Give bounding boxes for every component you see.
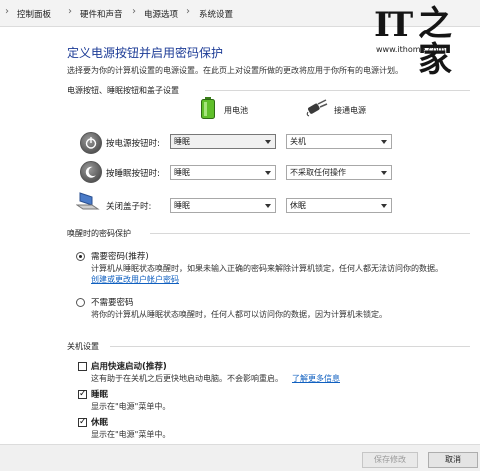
breadcrumb-start-chevron-icon[interactable]: › bbox=[5, 6, 9, 17]
sleep-button-plugged-select[interactable]: 不采取任何操作 bbox=[286, 165, 392, 180]
breadcrumb-separator-icon[interactable]: › bbox=[132, 6, 136, 17]
power-plug-icon bbox=[306, 99, 328, 117]
power-button-battery-select[interactable]: 睡眠 bbox=[170, 134, 276, 149]
sleep-button-icon bbox=[80, 161, 102, 183]
learn-more-link[interactable]: 了解更多信息 bbox=[292, 373, 340, 384]
power-button-label: 按电源按钮时: bbox=[106, 139, 160, 149]
select-value: 关机 bbox=[290, 137, 306, 146]
cancel-button[interactable]: 取消 bbox=[428, 452, 478, 468]
password-section-heading: 唤醒时的密码保护 bbox=[67, 229, 131, 238]
select-value: 睡眠 bbox=[174, 168, 190, 177]
require-password-description: 计算机从睡眠状态唤醒时，如果未输入正确的密码来解除计算机锁定，任何人都无法访问你… bbox=[91, 264, 443, 273]
chevron-down-icon bbox=[381, 171, 387, 175]
select-value: 休眠 bbox=[290, 201, 306, 210]
breadcrumb-power-options[interactable]: 电源选项 bbox=[144, 8, 178, 20]
require-password-radio[interactable] bbox=[76, 252, 85, 261]
ithome-url: www.ithome.com bbox=[376, 45, 446, 54]
select-value: 睡眠 bbox=[174, 137, 190, 146]
ithome-logo-it: IT bbox=[374, 5, 413, 45]
no-password-description: 将你的计算机从睡眠状态唤醒时，任何人都可以访问你的数据，因为计算机未锁定。 bbox=[91, 310, 387, 319]
power-section-divider bbox=[205, 90, 470, 91]
chevron-down-icon bbox=[381, 140, 387, 144]
hibernate-option-label[interactable]: 休眠 bbox=[91, 416, 108, 428]
power-button-icon bbox=[80, 132, 102, 154]
lid-close-battery-select[interactable]: 睡眠 bbox=[170, 198, 276, 213]
sleep-option-label[interactable]: 睡眠 bbox=[91, 388, 108, 400]
chevron-down-icon bbox=[381, 204, 387, 208]
require-password-label[interactable]: 需要密码(推荐) bbox=[91, 250, 149, 262]
lid-close-plugged-select[interactable]: 休眠 bbox=[286, 198, 392, 213]
laptop-lid-icon bbox=[76, 192, 100, 210]
breadcrumb-separator-icon[interactable]: › bbox=[68, 6, 72, 17]
chevron-down-icon bbox=[265, 171, 271, 175]
change-password-link[interactable]: 创建或更改用户帐户密码 bbox=[91, 274, 179, 285]
ithome-logo-zh: 之家 bbox=[418, 4, 452, 80]
chevron-down-icon bbox=[265, 140, 271, 144]
plugged-in-column-label: 接通电源 bbox=[334, 106, 366, 115]
sleep-checkbox[interactable]: ✓ bbox=[78, 390, 87, 399]
battery-column-label: 用电池 bbox=[224, 106, 248, 115]
sleep-button-label: 按睡眠按钮时: bbox=[106, 169, 160, 179]
breadcrumb-system-settings[interactable]: 系统设置 bbox=[199, 8, 233, 20]
battery-icon bbox=[201, 97, 215, 119]
fast-startup-description: 这有助于在关机之后更快地启动电脑。不会影响重启。 bbox=[91, 374, 283, 383]
fast-startup-label[interactable]: 启用快速启动(推荐) bbox=[91, 360, 167, 372]
lid-close-label: 关闭盖子时: bbox=[106, 202, 152, 212]
hibernate-option-description: 显示在"电源"菜单中。 bbox=[91, 430, 171, 439]
page-description: 选择要为你的计算机设置的电源设置。在此页上对设置所做的更改将应用于你所有的电源计… bbox=[67, 66, 403, 75]
sleep-button-battery-select[interactable]: 睡眠 bbox=[170, 165, 276, 180]
breadcrumb-control-panel[interactable]: 控制面板 bbox=[17, 8, 51, 20]
power-section-heading: 电源按钮、睡眠按钮和盖子设置 bbox=[67, 86, 179, 95]
select-value: 睡眠 bbox=[174, 201, 190, 210]
power-button-plugged-select[interactable]: 关机 bbox=[286, 134, 392, 149]
chevron-down-icon bbox=[265, 204, 271, 208]
fast-startup-checkbox[interactable] bbox=[78, 362, 87, 371]
hibernate-checkbox[interactable]: ✓ bbox=[78, 418, 87, 427]
select-value: 不采取任何操作 bbox=[290, 168, 346, 177]
breadcrumb-hardware-sound[interactable]: 硬件和声音 bbox=[80, 8, 123, 20]
breadcrumb-separator-icon[interactable]: › bbox=[186, 6, 190, 17]
sleep-option-description: 显示在"电源"菜单中。 bbox=[91, 402, 171, 411]
password-section-divider bbox=[150, 233, 470, 234]
shutdown-section-heading: 关机设置 bbox=[67, 342, 99, 351]
shutdown-section-divider bbox=[110, 346, 470, 347]
no-password-radio[interactable] bbox=[76, 298, 85, 307]
no-password-label[interactable]: 不需要密码 bbox=[91, 296, 134, 308]
page-title: 定义电源按钮并启用密码保护 bbox=[67, 46, 224, 60]
save-changes-button[interactable]: 保存修改 bbox=[362, 452, 418, 468]
